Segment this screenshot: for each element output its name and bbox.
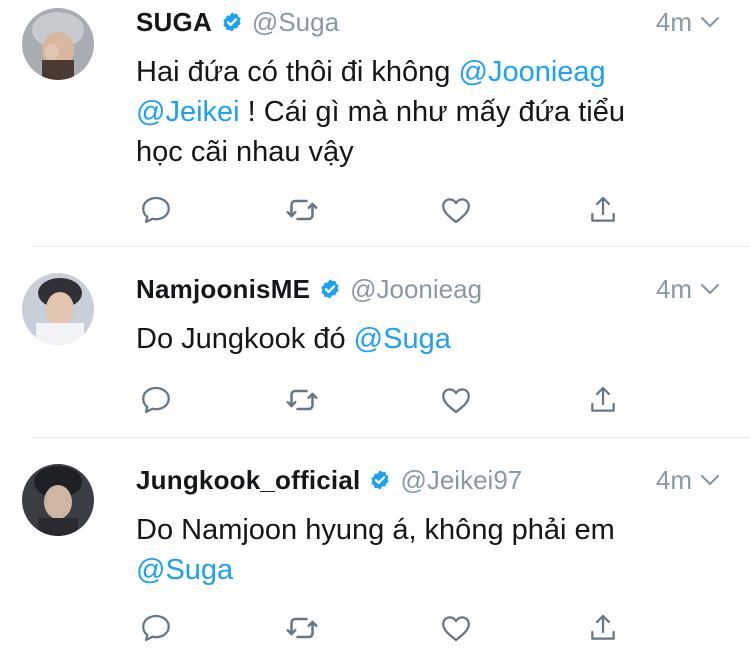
mention-link[interactable]: @Suga	[136, 554, 233, 586]
like-icon	[442, 198, 470, 224]
mention-link[interactable]: @Jeikei	[136, 96, 240, 128]
share-button[interactable]	[583, 190, 623, 230]
avatar[interactable]	[22, 273, 94, 345]
retweet-icon	[286, 389, 318, 411]
text-segment: Hai đứa có thôi đi không	[136, 56, 459, 88]
retweet-icon	[286, 617, 318, 639]
avatar[interactable]	[22, 8, 94, 80]
tweet-text: Do Jungkook đó @Suga	[136, 319, 710, 359]
like-button[interactable]	[436, 380, 476, 420]
share-button[interactable]	[583, 608, 623, 648]
timestamp[interactable]: 4m	[656, 7, 692, 38]
verified-badge-icon	[321, 279, 339, 299]
reply-button[interactable]	[136, 190, 176, 230]
retweet-button[interactable]	[282, 190, 322, 230]
display-name[interactable]: SUGA	[136, 7, 212, 38]
tweet-header: Jungkook_official @Jeikei97 4m	[136, 460, 722, 500]
reply-button[interactable]	[136, 608, 176, 648]
chevron-down-icon[interactable]	[698, 468, 722, 492]
chevron-down-icon[interactable]	[698, 10, 722, 34]
like-icon	[442, 388, 470, 414]
timestamp[interactable]: 4m	[656, 465, 692, 496]
share-icon	[591, 386, 615, 412]
tweet-suga[interactable]: SUGA @Suga 4m Hai đứa có thôi đi không @…	[0, 0, 750, 246]
reply-icon	[142, 614, 170, 642]
share-icon	[591, 614, 615, 640]
avatar-image	[22, 8, 94, 80]
user-handle[interactable]: @Suga	[252, 7, 339, 38]
display-name[interactable]: NamjoonisME	[136, 274, 310, 305]
reply-button[interactable]	[136, 380, 176, 420]
avatar[interactable]	[22, 464, 94, 536]
share-button[interactable]	[583, 380, 623, 420]
tweet-header: NamjoonisME @Joonieag 4m	[136, 269, 722, 309]
user-handle[interactable]: @Joonieag	[350, 274, 482, 305]
verified-badge-icon	[371, 470, 390, 490]
share-icon	[591, 196, 615, 222]
like-icon	[442, 616, 470, 642]
verified-badge-icon	[223, 12, 241, 32]
retweet-button[interactable]	[282, 608, 322, 648]
mention-link[interactable]: @Suga	[354, 323, 451, 355]
text-segment: Do Jungkook đó	[136, 323, 354, 355]
text-segment: Do Namjoon hyung á, không phải em	[136, 514, 615, 546]
tweet-namjoon[interactable]: NamjoonisME @Joonieag 4m Do Jungkook đó …	[0, 247, 750, 437]
tweet-text: Hai đứa có thôi đi không @Joonieag @Jeik…	[136, 52, 710, 172]
tweet-text: Do Namjoon hyung á, không phải em @Suga	[136, 510, 710, 590]
tweet-header: SUGA @Suga 4m	[136, 2, 722, 42]
display-name[interactable]: Jungkook_official	[136, 465, 360, 496]
tweet-actions	[136, 380, 636, 420]
like-button[interactable]	[436, 190, 476, 230]
like-button[interactable]	[436, 608, 476, 648]
reply-icon	[142, 196, 170, 224]
user-handle[interactable]: @Jeikei97	[400, 465, 522, 496]
mention-link[interactable]: @Joonieag	[459, 56, 606, 88]
avatar-image	[22, 273, 94, 345]
tweet-actions	[136, 190, 636, 230]
retweet-button[interactable]	[282, 380, 322, 420]
retweet-icon	[286, 199, 318, 221]
chevron-down-icon[interactable]	[698, 277, 722, 301]
timestamp[interactable]: 4m	[656, 274, 692, 305]
tweet-jungkook[interactable]: Jungkook_official @Jeikei97 4m Do Namjoo…	[0, 438, 750, 651]
tweet-actions	[136, 608, 636, 648]
avatar-image	[22, 464, 94, 536]
reply-icon	[142, 386, 170, 414]
